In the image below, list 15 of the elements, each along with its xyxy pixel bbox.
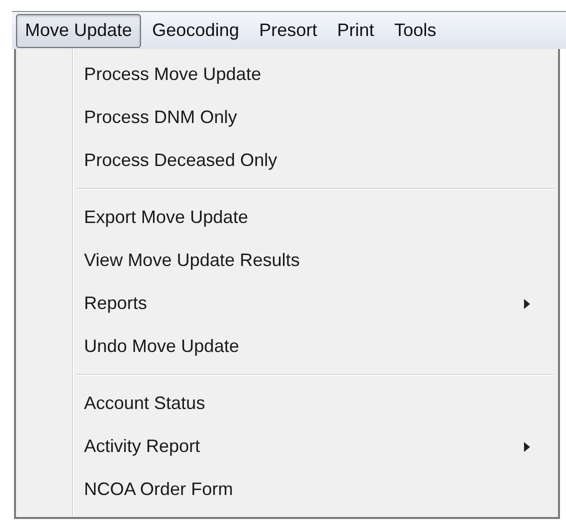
- menu-item[interactable]: Account Status: [16, 382, 554, 425]
- menu-item[interactable]: Activity Report: [16, 425, 554, 468]
- menu-item[interactable]: Process Move Update: [16, 53, 554, 96]
- menu-bar-item[interactable]: Geocoding: [143, 14, 248, 48]
- menu-item[interactable]: Process Deceased Only: [16, 139, 554, 182]
- menu-item[interactable]: Undo Move Update: [16, 325, 554, 368]
- menu-item[interactable]: Reports: [16, 282, 554, 325]
- menu-bar-item[interactable]: Tools: [385, 14, 446, 48]
- menu-item[interactable]: Process DNM Only: [16, 96, 554, 139]
- menu-bar-item[interactable]: Presort: [250, 14, 326, 48]
- menu-bar-item[interactable]: Move Update: [16, 14, 142, 48]
- menu-item[interactable]: NCOA Order Form: [16, 468, 554, 511]
- menu-bar-item[interactable]: Print: [328, 14, 384, 48]
- menu-item[interactable]: Export Move Update: [16, 196, 554, 239]
- menu-item[interactable]: View Move Update Results: [16, 239, 554, 282]
